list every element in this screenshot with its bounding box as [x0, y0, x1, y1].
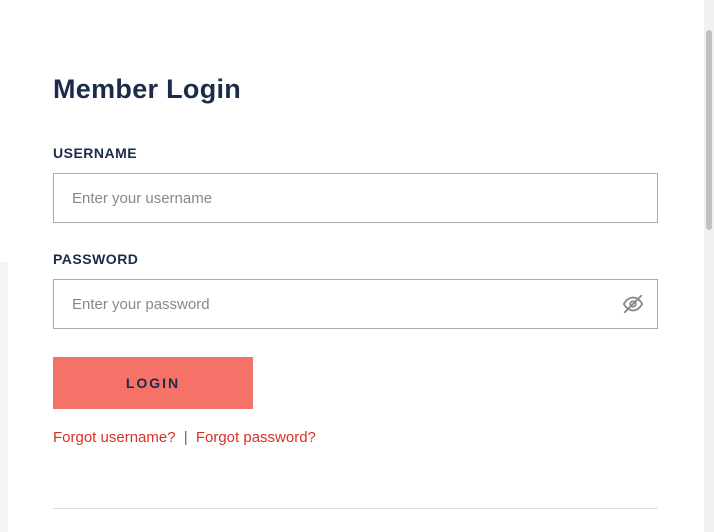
forgot-password-link[interactable]: Forgot password? — [196, 429, 316, 446]
password-input-wrap — [53, 279, 658, 329]
forgot-username-link[interactable]: Forgot username? — [53, 429, 176, 446]
left-edge-decoration — [0, 262, 8, 532]
username-input[interactable] — [53, 173, 658, 223]
username-label: USERNAME — [53, 145, 658, 161]
forgot-links-row: Forgot username? | Forgot password? — [53, 429, 658, 446]
login-button[interactable]: LOGIN — [53, 357, 253, 409]
toggle-password-visibility-icon[interactable] — [622, 293, 644, 315]
scrollbar-track[interactable] — [704, 0, 714, 532]
password-input[interactable] — [53, 279, 658, 329]
password-label: PASSWORD — [53, 251, 658, 267]
username-field-group: USERNAME — [53, 145, 658, 223]
page-title: Member Login — [53, 74, 658, 105]
username-input-wrap — [53, 173, 658, 223]
link-separator: | — [184, 429, 188, 446]
login-page: Member Login USERNAME PASSWORD LOGIN For… — [0, 0, 714, 509]
scrollbar-thumb[interactable] — [706, 30, 712, 230]
section-divider — [53, 508, 658, 509]
password-field-group: PASSWORD — [53, 251, 658, 329]
